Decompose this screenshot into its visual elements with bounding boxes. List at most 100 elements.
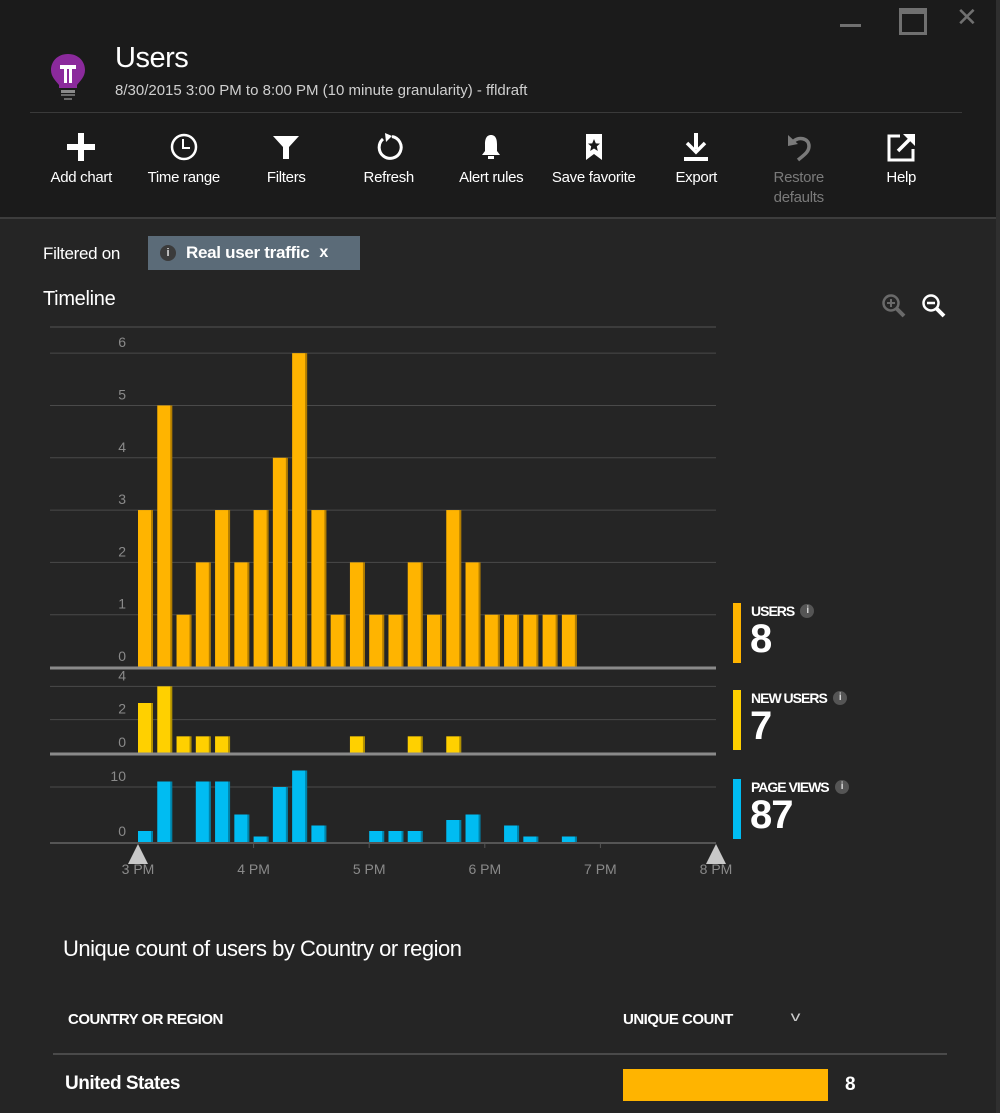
bar-page-views bbox=[157, 781, 173, 842]
bar-shadow bbox=[420, 562, 423, 667]
bar-shadow bbox=[459, 820, 462, 842]
y-tick-label: 0 bbox=[118, 823, 126, 839]
sort-descending-icon[interactable]: v bbox=[791, 1008, 801, 1024]
info-icon[interactable]: i bbox=[800, 604, 815, 618]
bar-shadow bbox=[305, 770, 308, 842]
y-tick-label: 5 bbox=[118, 386, 126, 402]
bar-shadow bbox=[574, 836, 577, 842]
table-row-count: 8 bbox=[845, 1074, 856, 1095]
bar-new-users bbox=[446, 736, 462, 753]
info-icon[interactable]: i bbox=[160, 245, 176, 261]
timeline-title: Timeline bbox=[43, 288, 116, 310]
info-icon[interactable]: i bbox=[834, 780, 849, 794]
column-header-unique-count[interactable]: UNIQUE COUNT bbox=[623, 1011, 733, 1028]
bar-new-users bbox=[157, 686, 173, 753]
help-button[interactable]: Help bbox=[850, 130, 953, 210]
alert-rules-button[interactable]: Alert rules bbox=[440, 130, 543, 210]
table-row-country[interactable]: United States bbox=[65, 1073, 180, 1095]
bar-shadow bbox=[151, 703, 153, 753]
range-end-handle[interactable] bbox=[706, 844, 726, 864]
zoom-in-icon[interactable] bbox=[880, 292, 908, 320]
bar-page-views bbox=[215, 781, 231, 842]
bar-shadow bbox=[189, 614, 192, 667]
restore-defaults-label: Restore defaults bbox=[773, 169, 825, 206]
bar-page-views bbox=[272, 787, 288, 842]
bar-users bbox=[292, 353, 308, 667]
bar-new-users bbox=[215, 736, 231, 753]
bar-shadow bbox=[247, 814, 250, 842]
kpi-users-value: 8 bbox=[750, 617, 772, 661]
bar-users bbox=[253, 510, 269, 667]
bar-shadow bbox=[517, 825, 520, 842]
bar-shadow bbox=[285, 787, 288, 842]
remove-filter-icon[interactable]: x bbox=[319, 244, 328, 262]
bar-shadow bbox=[478, 562, 481, 667]
x-tick-label: 5 PM bbox=[353, 861, 386, 877]
bar-page-views bbox=[311, 825, 327, 842]
bar-new-users bbox=[349, 736, 365, 753]
header-bottom-border bbox=[0, 217, 996, 219]
bar-shadow bbox=[382, 614, 385, 667]
bar-shadow bbox=[478, 814, 481, 842]
filters-button[interactable]: Filters bbox=[235, 130, 338, 210]
range-start-handle[interactable] bbox=[128, 844, 148, 864]
close-icon[interactable]: ✕ bbox=[956, 4, 984, 30]
bar-page-views bbox=[234, 814, 250, 842]
plus-icon bbox=[67, 133, 96, 161]
filter-icon bbox=[273, 136, 300, 159]
bar-shadow bbox=[208, 781, 211, 842]
bar-shadow bbox=[459, 736, 462, 753]
table-divider bbox=[53, 1053, 947, 1055]
add-chart-button[interactable]: Add chart bbox=[30, 130, 133, 210]
bar-users bbox=[484, 614, 500, 667]
maximize-icon[interactable] bbox=[898, 6, 927, 35]
save-favorite-button[interactable]: Save favorite bbox=[543, 130, 646, 210]
bar-shadow bbox=[497, 614, 500, 667]
time-range-label: Time range bbox=[147, 169, 221, 186]
bar-users bbox=[388, 614, 404, 667]
scrollbar-track[interactable] bbox=[996, 0, 1000, 1113]
help-label: Help bbox=[886, 169, 917, 186]
info-icon[interactable]: i bbox=[832, 691, 847, 705]
bar-shadow bbox=[228, 781, 231, 842]
time-range-button[interactable]: Time range bbox=[133, 130, 236, 210]
bar-shadow bbox=[324, 825, 327, 842]
y-tick-label: 2 bbox=[118, 701, 126, 717]
bar-shadow bbox=[362, 562, 365, 667]
external-link-icon bbox=[887, 134, 916, 162]
export-button[interactable]: Export bbox=[645, 130, 748, 210]
timeline-chart[interactable]: 01234560240103 PM 4 PM 5 PM 6 PM 7 PM 8 PM bbox=[0, 320, 740, 890]
bar-shadow bbox=[285, 457, 288, 667]
bar-users bbox=[311, 510, 327, 667]
command-toolbar: Add chart Time range Filters Refresh Ale… bbox=[30, 130, 953, 210]
bar-page-views bbox=[504, 825, 520, 842]
refresh-label: Refresh bbox=[363, 169, 415, 186]
restore-defaults-button[interactable]: Restore defaults bbox=[748, 130, 851, 210]
bar-users bbox=[561, 614, 577, 667]
table-row-count-bar bbox=[623, 1069, 828, 1101]
column-header-country[interactable]: COUNTRY OR REGION bbox=[68, 1011, 223, 1028]
bar-page-views bbox=[253, 836, 269, 842]
country-grid-title: Unique count of users by Country or regi… bbox=[63, 936, 462, 961]
bar-shadow bbox=[170, 405, 173, 667]
kpi-page-views-value: 87 bbox=[750, 793, 793, 837]
bar-users bbox=[330, 614, 346, 667]
page-subtitle: 8/30/2015 3:00 PM to 8:00 PM (10 minute … bbox=[115, 82, 528, 99]
kpi-new-users-value: 7 bbox=[750, 704, 772, 748]
undo-icon bbox=[787, 135, 811, 162]
bar-users bbox=[215, 510, 231, 667]
bar-shadow bbox=[420, 736, 423, 753]
y-tick-label: 4 bbox=[118, 439, 126, 455]
zoom-out-icon[interactable] bbox=[920, 292, 948, 320]
lightbulb-icon bbox=[48, 50, 88, 102]
y-tick-label: 4 bbox=[118, 667, 126, 683]
filter-chip-label: Real user traffic bbox=[186, 243, 310, 262]
filter-chip[interactable]: i Real user traffic x bbox=[148, 236, 360, 270]
refresh-button[interactable]: Refresh bbox=[338, 130, 441, 210]
bar-shadow bbox=[517, 614, 520, 667]
blade-header: ✕ Users 8/30/2015 3:00 PM to 8:00 PM (10… bbox=[0, 0, 996, 217]
bookmark-star-icon bbox=[585, 134, 602, 160]
bar-shadow bbox=[228, 736, 231, 753]
minimize-icon[interactable] bbox=[838, 6, 866, 30]
x-tick-label: 7 PM bbox=[584, 861, 617, 877]
